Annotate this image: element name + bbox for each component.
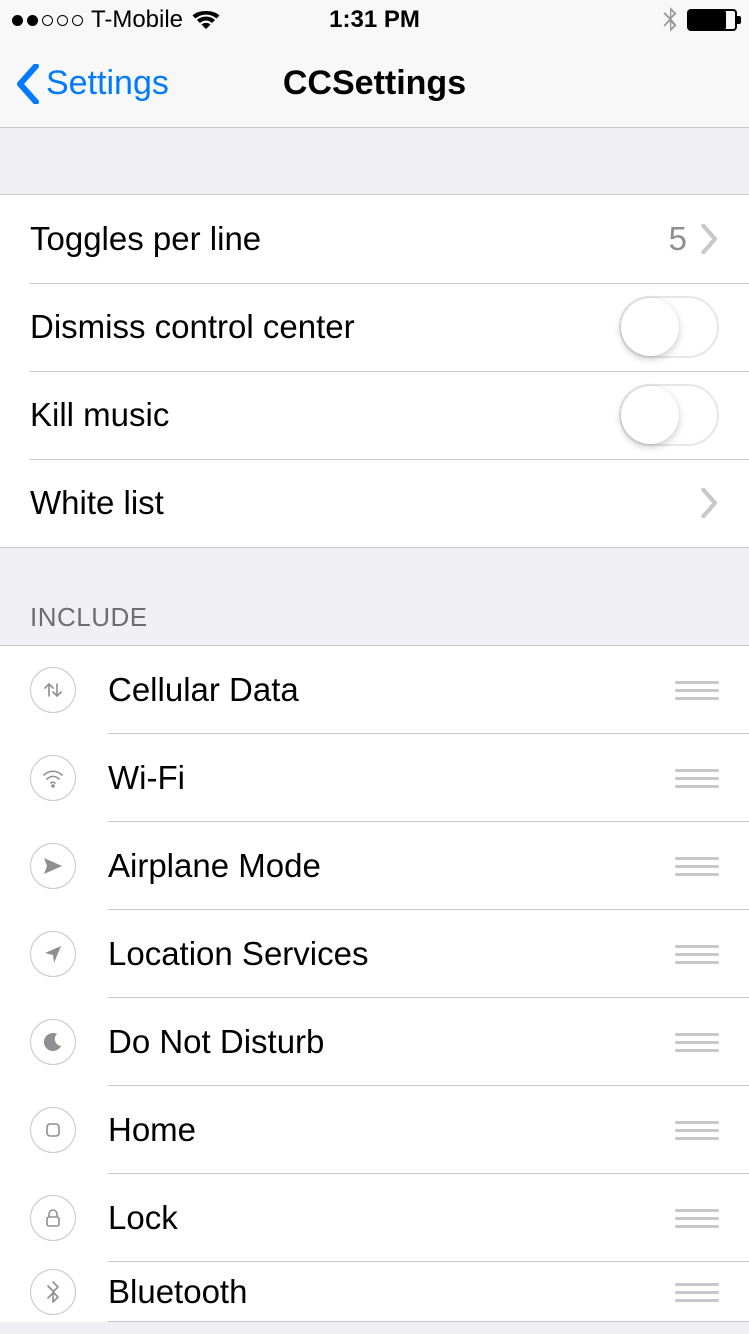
cellular-icon bbox=[30, 667, 76, 713]
include-item-dnd[interactable]: Do Not Disturb bbox=[0, 998, 749, 1086]
back-button[interactable]: Settings bbox=[0, 64, 169, 104]
reorder-handle-icon[interactable] bbox=[675, 1279, 719, 1306]
battery-icon bbox=[687, 9, 737, 31]
kill-music-cell: Kill music bbox=[0, 371, 749, 459]
item-label: Cellular Data bbox=[108, 671, 675, 709]
status-left: T-Mobile bbox=[12, 6, 221, 34]
bluetooth-icon bbox=[30, 1269, 76, 1315]
include-header: INCLUDE bbox=[0, 548, 749, 645]
bluetooth-icon bbox=[661, 7, 679, 33]
include-item-home[interactable]: Home bbox=[0, 1086, 749, 1174]
reorder-handle-icon[interactable] bbox=[675, 1205, 719, 1232]
include-item-cellular-data[interactable]: Cellular Data bbox=[0, 646, 749, 734]
chevron-right-icon bbox=[701, 224, 719, 254]
wifi-icon bbox=[191, 9, 221, 31]
include-item-bluetooth[interactable]: Bluetooth bbox=[0, 1262, 749, 1322]
kill-music-switch[interactable] bbox=[619, 384, 719, 446]
nav-bar: Settings CCSettings bbox=[0, 40, 749, 128]
signal-strength-icon bbox=[12, 15, 83, 26]
cell-value: 5 bbox=[669, 220, 687, 258]
status-bar: T-Mobile 1:31 PM bbox=[0, 0, 749, 40]
item-label: Bluetooth bbox=[108, 1273, 675, 1311]
page-title: CCSettings bbox=[283, 64, 466, 103]
include-item-location[interactable]: Location Services bbox=[0, 910, 749, 998]
reorder-handle-icon[interactable] bbox=[675, 853, 719, 880]
include-group: Cellular Data Wi-Fi Airplane Mode Locati… bbox=[0, 645, 749, 1322]
status-right bbox=[661, 7, 737, 33]
reorder-handle-icon[interactable] bbox=[675, 941, 719, 968]
reorder-handle-icon[interactable] bbox=[675, 1117, 719, 1144]
carrier-label: T-Mobile bbox=[91, 6, 183, 34]
cell-label: Toggles per line bbox=[30, 220, 669, 258]
white-list-cell[interactable]: White list bbox=[0, 459, 749, 547]
item-label: Airplane Mode bbox=[108, 847, 675, 885]
location-icon bbox=[30, 931, 76, 977]
item-label: Location Services bbox=[108, 935, 675, 973]
dismiss-control-center-switch[interactable] bbox=[619, 296, 719, 358]
reorder-handle-icon[interactable] bbox=[675, 677, 719, 704]
wifi-icon bbox=[30, 755, 76, 801]
include-item-wifi[interactable]: Wi-Fi bbox=[0, 734, 749, 822]
reorder-handle-icon[interactable] bbox=[675, 1029, 719, 1056]
cell-label: Dismiss control center bbox=[30, 308, 619, 346]
cell-label: White list bbox=[30, 484, 701, 522]
status-time: 1:31 PM bbox=[329, 6, 420, 34]
lock-icon bbox=[30, 1195, 76, 1241]
item-label: Lock bbox=[108, 1199, 675, 1237]
item-label: Do Not Disturb bbox=[108, 1023, 675, 1061]
chevron-right-icon bbox=[701, 488, 719, 518]
toggles-per-line-cell[interactable]: Toggles per line 5 bbox=[0, 195, 749, 283]
cell-label: Kill music bbox=[30, 396, 619, 434]
dnd-icon bbox=[30, 1019, 76, 1065]
chevron-left-icon bbox=[16, 64, 40, 104]
include-item-lock[interactable]: Lock bbox=[0, 1174, 749, 1262]
dismiss-control-center-cell: Dismiss control center bbox=[0, 283, 749, 371]
airplane-icon bbox=[30, 843, 76, 889]
item-label: Wi-Fi bbox=[108, 759, 675, 797]
back-label: Settings bbox=[46, 64, 169, 103]
reorder-handle-icon[interactable] bbox=[675, 765, 719, 792]
include-item-airplane[interactable]: Airplane Mode bbox=[0, 822, 749, 910]
item-label: Home bbox=[108, 1111, 675, 1149]
general-settings-group: Toggles per line 5 Dismiss control cente… bbox=[0, 194, 749, 548]
home-icon bbox=[30, 1107, 76, 1153]
